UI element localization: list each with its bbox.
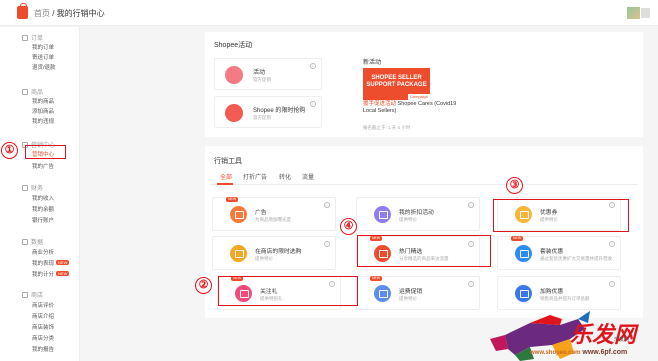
tab-all[interactable]: 全部 [220, 172, 232, 181]
orders-icon [22, 35, 28, 41]
bundle-icon [515, 245, 532, 262]
annotation-4: ④ [340, 218, 357, 235]
info-icon[interactable]: i [310, 63, 316, 69]
watermark-sub: 乐发网 [614, 337, 630, 343]
new-activity-label: 新活动 [363, 60, 382, 66]
activity-item-flash-sale[interactable]: Shopee 的限时抢购 官方促销 i [214, 96, 322, 128]
annotation-2: ② [195, 277, 212, 294]
marketing-tools-title: 行销工具 [214, 158, 242, 165]
sidebar-item-bank[interactable]: 银行账户 [32, 216, 54, 224]
campaign-deadline: 报名截止于: 1 天 5 小时 [363, 125, 411, 130]
sidebar-item-income[interactable]: 我的收入 [32, 194, 54, 202]
tab-divider [210, 184, 638, 185]
username-label[interactable] [641, 8, 650, 18]
sidebar-item-shop-rating[interactable]: 商店评价 [32, 301, 54, 309]
sidebar-item-my-orders[interactable]: 我的订单 [32, 43, 54, 51]
tool-ads[interactable]: NEW 广告 为商品增加曝光度 i [212, 197, 336, 231]
sidebar-section-products[interactable]: 商品 [22, 87, 43, 96]
breadcrumb-home[interactable]: 首页 [34, 9, 50, 18]
sidebar-item-my-products[interactable]: 我的商品 [32, 97, 54, 105]
campaign-link[interactable]: 援手促进活动 [363, 101, 396, 107]
products-icon [22, 89, 28, 95]
sidebar-item-analytics[interactable]: 商业分析 [32, 248, 54, 256]
flash-sale-icon [225, 104, 243, 122]
sidebar-item-performance[interactable]: 我的表现 NEW [32, 259, 70, 267]
ads-icon [230, 206, 247, 223]
avatar[interactable] [627, 7, 640, 19]
sidebar-section-shop[interactable]: 商店 [22, 290, 43, 299]
annotation-3: ③ [506, 177, 523, 194]
campaign-tag: Campaign [407, 94, 430, 100]
activity-item-campaign[interactable]: 活动 官方促销 i [214, 58, 322, 90]
sidebar-item-returns[interactable]: 退货/退款 [32, 63, 56, 71]
sidebar-item-shipping[interactable]: 寄送订单 [32, 53, 54, 61]
campaign-description: 援手促进活动 Shopee Cares (Covid19 Local Selle… [363, 101, 457, 114]
sidebar-section-data[interactable]: 数据 [22, 237, 43, 246]
new-badge: NEW [56, 260, 70, 265]
new-badge: NEW [56, 271, 70, 276]
shipping-icon [374, 285, 391, 302]
data-icon [22, 239, 28, 245]
sidebar-item-my-report[interactable]: 我的报告 [32, 345, 54, 353]
sidebar-item-shop-decoration[interactable]: 商店装饰 [32, 323, 54, 331]
info-icon[interactable]: i [609, 281, 615, 287]
campaign-icon [225, 66, 243, 84]
info-icon[interactable]: i [468, 202, 474, 208]
sidebar-item-shop-category[interactable]: 商店分类 [32, 334, 54, 342]
tool-shipping-promo[interactable]: NEW 运费促销 提供特价 i [356, 276, 480, 310]
annotation-1: ① [1, 142, 18, 159]
sidebar-item-shop-profile[interactable]: 商店介绍 [32, 312, 54, 320]
sidebar-item-my-ads[interactable]: 我的广告 [32, 162, 54, 170]
finance-icon [22, 185, 28, 191]
breadcrumb: 首页 / 我的行销中心 [34, 9, 105, 18]
tool-my-discounts[interactable]: 我的折扣活动 提供特价 i [356, 197, 480, 231]
sidebar-item-add-product[interactable]: 添加商品 [32, 107, 54, 115]
add-on-icon [515, 285, 532, 302]
highlight-marketing-centre [25, 145, 66, 159]
flash-sale-icon [230, 245, 247, 262]
tool-shop-flash-sale[interactable]: 在商店的限时选购 提供特价 i [212, 236, 336, 270]
info-icon[interactable]: i [324, 241, 330, 247]
sidebar-item-score[interactable]: 我的计分 NEW [32, 270, 70, 278]
sidebar-item-balance[interactable]: 我的余额 [32, 205, 54, 213]
tab-active-indicator [217, 183, 233, 185]
info-icon[interactable]: i [324, 202, 330, 208]
sidebar-section-finance[interactable]: 财务 [22, 183, 43, 192]
info-icon[interactable]: i [609, 241, 615, 247]
watermark-url: www.shopee.com www.6pf.com [530, 349, 628, 356]
sidebar-item-violations[interactable]: 我的违规 [32, 117, 54, 125]
highlight-follow-prize [218, 276, 358, 306]
watermark-brand: 乐发网 [570, 322, 637, 348]
sidebar-section-orders[interactable]: 订单 [22, 33, 43, 42]
tab-conversion[interactable]: 转化 [279, 172, 291, 181]
discount-icon [374, 206, 391, 223]
shopee-logo-icon[interactable] [17, 3, 28, 19]
campaign-banner[interactable]: SHOPEE SELLER SUPPORT PACKAGE Campaign [363, 68, 430, 100]
info-icon[interactable]: i [468, 281, 474, 287]
highlight-top-picks [357, 235, 491, 267]
top-bar: 首页 / 我的行销中心 [0, 0, 658, 26]
tab-traffic[interactable]: 流量 [302, 172, 314, 181]
shop-icon [22, 292, 28, 298]
tab-discount-ads[interactable]: 打折广告 [243, 172, 267, 181]
breadcrumb-current: 我的行销中心 [56, 9, 105, 18]
info-icon[interactable]: i [310, 101, 316, 107]
shopee-activity-title: Shopee活动 [214, 42, 253, 49]
tool-bundle-deals[interactable]: NEW 套装优惠 通过套装优惠扩大交易量并提升营收 i [497, 236, 621, 270]
highlight-vouchers [493, 199, 629, 232]
